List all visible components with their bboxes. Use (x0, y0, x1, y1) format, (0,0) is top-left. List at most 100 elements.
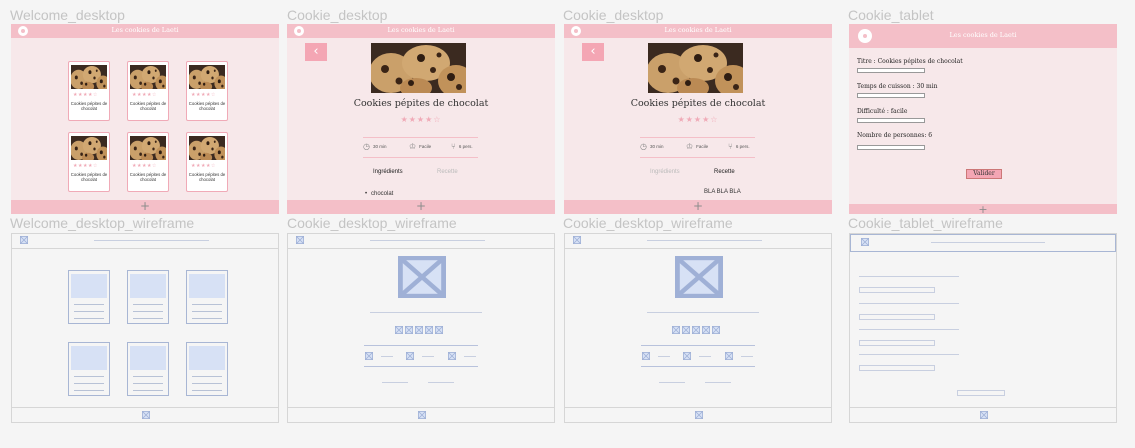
frame-label-cookie-wireframe: Cookie_desktop_wireframe (287, 215, 457, 231)
persons-value: 6 pers. (458, 144, 473, 149)
title-input[interactable] (857, 68, 925, 73)
star-placeholder-icon (395, 326, 403, 334)
add-icon[interactable]: + (140, 200, 150, 213)
difficulty-input[interactable] (857, 118, 925, 123)
title-placeholder (370, 312, 482, 313)
card-title: Cookies pépites de chocolat (188, 101, 226, 111)
recipe-card[interactable]: ★★★★☆ Cookies pépites de chocolat (127, 132, 169, 192)
tab-recipe[interactable]: Recette (437, 169, 458, 175)
time-input[interactable] (857, 93, 925, 98)
cookie-tablet-frame: Les cookies de Laeti Titre : Cookies pép… (849, 24, 1117, 214)
recipe-card[interactable]: ★★★★☆ Cookies pépites de chocolat (186, 61, 228, 121)
card-rating-stars: ★★★★☆ (132, 163, 157, 169)
frame-label-cookie-desktop-2: Cookie_desktop (563, 7, 664, 23)
footer-bar: + (11, 200, 279, 214)
recipe-text: BLA BLA BLA (704, 189, 741, 195)
line-placeholder (133, 376, 163, 377)
label-placeholder (859, 303, 959, 304)
time-placeholder-icon (365, 352, 373, 360)
back-button[interactable]: ‹ (582, 43, 604, 61)
star-placeholder-icon (682, 326, 690, 334)
input-placeholder (859, 340, 935, 346)
meta-placeholder (741, 356, 753, 357)
time-meta: ◷ 30 min (363, 142, 387, 151)
difficulty-placeholder-icon (683, 352, 691, 360)
card-title: Cookies pépites de chocolat (70, 172, 108, 182)
card-placeholder (186, 270, 228, 324)
welcome-wireframe-frame (11, 233, 279, 423)
input-placeholder (859, 365, 935, 371)
header-bar: Les cookies de Laeti (11, 24, 279, 38)
add-placeholder-icon (980, 411, 988, 419)
title-placeholder (931, 242, 1045, 243)
persons-placeholder-icon (448, 352, 456, 360)
header-bar: Les cookies de Laeti (564, 24, 832, 38)
header-title: Les cookies de Laeti (949, 31, 1017, 39)
add-icon[interactable]: + (416, 200, 426, 213)
line-placeholder (74, 390, 104, 391)
card-image-placeholder (130, 346, 166, 370)
tablet-wireframe-frame (849, 233, 1117, 423)
rating-stars: ★★★★☆ (677, 115, 719, 124)
chef-hat-icon: ♔ (686, 142, 694, 151)
line-placeholder (133, 311, 163, 312)
persons-input[interactable] (857, 145, 925, 150)
difficulty-meta: ♔ Facile (686, 142, 708, 151)
logo-placeholder-icon (861, 238, 869, 246)
wire-header (565, 234, 831, 249)
line-placeholder (74, 311, 104, 312)
persons-meta: ⑂ 6 pers. (728, 142, 750, 151)
logo-placeholder-icon (20, 236, 28, 244)
image-placeholder-icon (398, 256, 446, 298)
wire-footer (565, 407, 831, 422)
label-placeholder (859, 329, 959, 330)
divider (363, 137, 478, 138)
cookie-desktop-frame: Les cookies de Laeti ‹ Cookies pépites d… (287, 24, 555, 214)
submit-button[interactable]: Valider (966, 169, 1002, 179)
wire-footer (850, 407, 1116, 422)
frame-label-tablet-wireframe: Cookie_tablet_wireframe (848, 215, 1003, 231)
add-icon[interactable]: + (693, 200, 703, 213)
card-placeholder (127, 270, 169, 324)
tab-recipe[interactable]: Recette (714, 169, 735, 175)
clock-icon: ◷ (363, 142, 370, 151)
welcome-desktop-frame: Les cookies de Laeti ★★★★☆ Cookies pépite… (11, 24, 279, 214)
meta-placeholder (381, 356, 393, 357)
meta-placeholder (464, 356, 476, 357)
persons-placeholder-icon (725, 352, 733, 360)
logo-placeholder-icon (573, 236, 581, 244)
input-placeholder (859, 287, 935, 293)
star-placeholder-icon (415, 326, 423, 334)
difficulty-field-label: Difficulté : facile (857, 108, 908, 115)
title-placeholder (370, 240, 485, 241)
time-value: 30 min (649, 144, 664, 149)
star-placeholder-icon (405, 326, 413, 334)
time-placeholder-icon (642, 352, 650, 360)
title-placeholder (647, 240, 762, 241)
tab-placeholder (659, 382, 685, 383)
divider (640, 137, 755, 138)
recipe-card[interactable]: ★★★★☆ Cookies pépites de chocolat (68, 61, 110, 121)
tab-ingredients[interactable]: Ingrédients (373, 169, 403, 175)
footer-bar: + (849, 204, 1117, 214)
chef-hat-icon: ♔ (409, 142, 417, 151)
persons-field-label: Nombre de personnes: 6 (857, 132, 933, 139)
title-field-label: Titre : Cookies pépites de chocolat (857, 58, 963, 65)
recipe-title: Cookies pépites de chocolat (630, 98, 766, 109)
recipe-card[interactable]: ★★★★☆ Cookies pépites de chocolat (186, 132, 228, 192)
back-button[interactable]: ‹ (305, 43, 327, 61)
cookie-wireframe-frame (287, 233, 555, 423)
line-placeholder (133, 318, 163, 319)
rating-stars: ★★★★☆ (400, 115, 442, 124)
meta-placeholder (699, 356, 711, 357)
divider-placeholder (364, 345, 478, 346)
tab-ingredients[interactable]: Ingrédients (650, 169, 680, 175)
card-image-placeholder (71, 346, 107, 370)
time-value: 30 min (372, 144, 387, 149)
image-placeholder-icon (675, 256, 723, 298)
recipe-card[interactable]: ★★★★☆ Cookies pépites de chocolat (68, 132, 110, 192)
persons-meta: ⑂ 6 pers. (451, 142, 473, 151)
add-icon[interactable]: + (978, 204, 987, 214)
difficulty-value: Facile (696, 144, 709, 149)
recipe-card[interactable]: ★★★★☆ Cookies pépites de chocolat (127, 61, 169, 121)
